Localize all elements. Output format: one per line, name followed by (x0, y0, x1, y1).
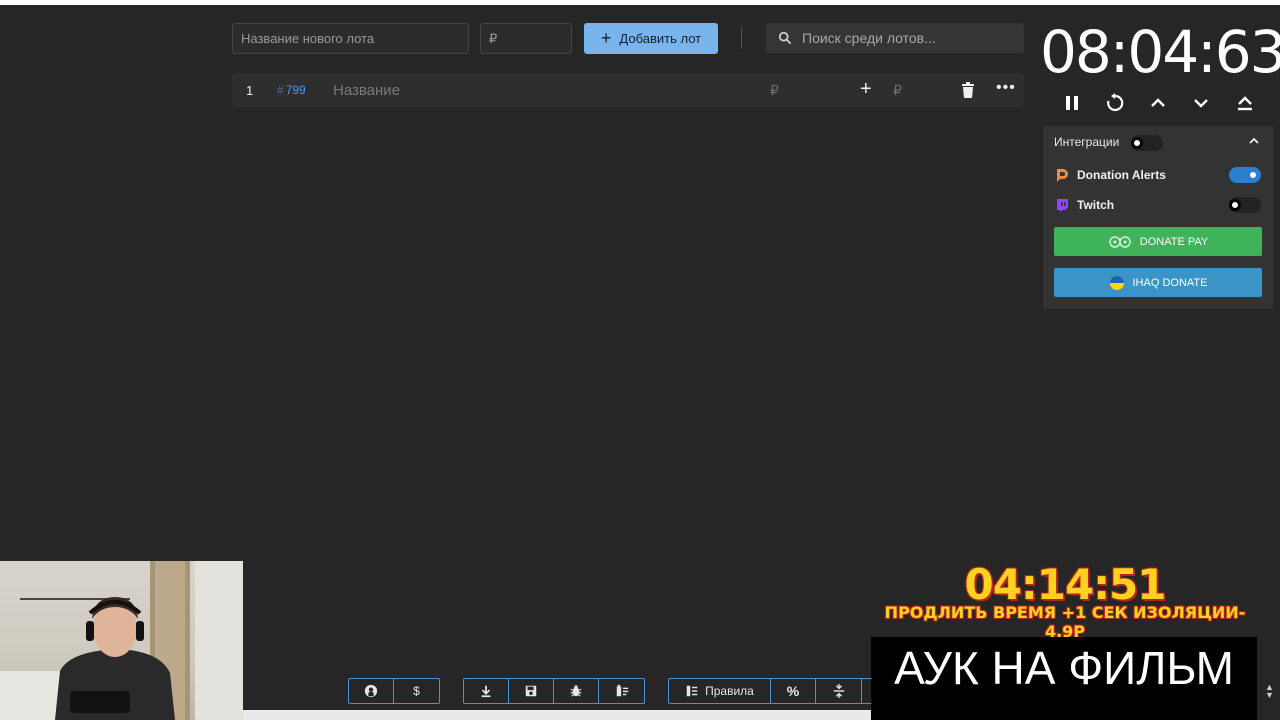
percent-button[interactable]: % (771, 679, 816, 703)
compress-icon[interactable] (816, 679, 862, 703)
dollar-icon: $ (413, 684, 420, 698)
plus-icon: + (600, 27, 612, 48)
twitch-icon (1057, 199, 1068, 212)
lot-fast-id-value: 799 (285, 83, 306, 97)
github-icon[interactable] (349, 679, 394, 703)
percent-icon: % (786, 683, 800, 699)
chevron-up-icon[interactable] (1147, 92, 1169, 114)
download-icon[interactable] (464, 679, 509, 703)
new-lot-price-input[interactable] (480, 23, 572, 54)
clear-list-icon[interactable] (599, 679, 644, 703)
lot-fast-id[interactable]: #799 (277, 83, 306, 97)
bottom-group-files (463, 678, 645, 704)
rules-button[interactable]: Правила (669, 679, 771, 703)
add-lot-label: Добавить лот (619, 31, 702, 46)
integration-donationalerts: Donation Alerts (1055, 168, 1166, 182)
donationalerts-icon (1057, 169, 1068, 182)
eject-up-icon[interactable] (1234, 92, 1256, 114)
pause-icon[interactable] (1061, 92, 1083, 114)
search-input[interactable] (802, 30, 1012, 46)
rules-icon (686, 685, 698, 697)
lot-index: 1 (246, 83, 254, 98)
chevron-up-icon[interactable] (1247, 134, 1261, 148)
timer-controls (1055, 92, 1265, 114)
integrations-toggle[interactable] (1131, 135, 1163, 151)
ihaq-logo-icon (1109, 275, 1124, 290)
search-box[interactable] (766, 23, 1024, 53)
donatepay-button[interactable]: DONATE PAY (1054, 227, 1262, 256)
scroll-arrows-icon[interactable]: ▲ ▼ (1265, 683, 1274, 700)
auction-timer: 08:04:63 (1040, 18, 1280, 86)
toolbar-divider (741, 27, 742, 49)
more-options-icon[interactable]: ••• (996, 79, 1016, 97)
search-icon (778, 31, 792, 45)
bottom-group-links: $ (348, 678, 440, 704)
overlay-timer: 04:14:51 (964, 560, 1167, 609)
integrations-panel: Интеграции Donation Alerts Twitch DONATE… (1043, 126, 1273, 309)
rules-label: Правила (705, 684, 754, 698)
integration-twitch: Twitch (1055, 198, 1114, 212)
integration-label: Donation Alerts (1077, 168, 1166, 182)
add-amount-field[interactable]: ₽ (893, 82, 902, 99)
toolbar-overflow (862, 679, 872, 703)
webcam-feed (0, 561, 243, 720)
donationalerts-toggle[interactable] (1229, 167, 1261, 183)
add-lot-button[interactable]: + Добавить лот (584, 23, 718, 54)
streamer-photo (0, 561, 243, 720)
lot-name-field[interactable]: Название (333, 82, 400, 99)
reset-icon[interactable] (1104, 92, 1126, 114)
bug-icon[interactable] (554, 679, 599, 703)
donatepay-label: DONATE PAY (1139, 235, 1209, 248)
donate-dollar-button[interactable]: $ (394, 679, 439, 703)
taskbar-strip (243, 710, 871, 720)
integrations-title: Интеграции (1054, 135, 1120, 149)
lot-amount-field[interactable]: ₽ (770, 82, 779, 99)
chevron-down-icon[interactable] (1190, 92, 1212, 114)
new-lot-name-input[interactable] (232, 23, 469, 54)
save-icon[interactable] (509, 679, 554, 703)
overlay-extend-text: ПРОДЛИТЬ ВРЕМЯ +1 СЕК ИЗОЛЯЦИИ- 4.9Р (884, 603, 1246, 641)
add-amount-plus-icon[interactable]: + (860, 78, 872, 101)
ihaq-label: IHAQ DONATE (1132, 276, 1208, 289)
donatepay-logo-icon (1109, 235, 1131, 248)
bottom-group-tools: Правила % (668, 678, 872, 704)
overlay-title: АУК НА ФИЛЬМ (894, 642, 1234, 694)
integration-label: Twitch (1077, 198, 1115, 212)
overlay-title-box: АУК НА ФИЛЬМ (871, 637, 1257, 720)
trash-icon[interactable] (961, 82, 975, 98)
lot-row: 1 #799 Название ₽ + ₽ ••• (232, 73, 1024, 107)
hash-icon: # (277, 83, 284, 97)
twitch-toggle[interactable] (1229, 197, 1261, 213)
browser-top-edge (0, 0, 1280, 5)
ihaq-donate-button[interactable]: IHAQ DONATE (1054, 268, 1262, 297)
